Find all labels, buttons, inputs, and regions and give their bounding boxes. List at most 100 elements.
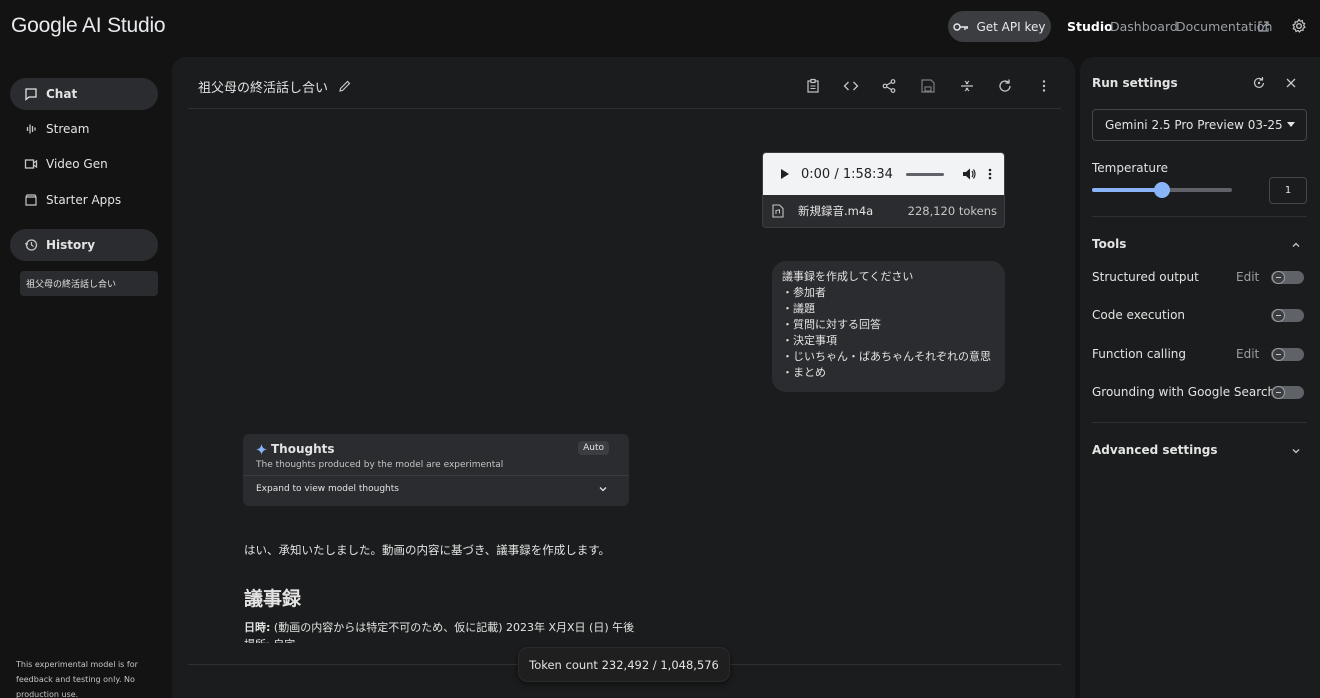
history-entry[interactable]: 祖父母の終活話し合い xyxy=(20,271,158,296)
settings-divider xyxy=(1092,422,1307,423)
page-title[interactable]: 祖父母の終活話し合い xyxy=(198,77,328,96)
function-calling-toggle[interactable] xyxy=(1271,348,1304,361)
sidebar-item-label: Stream xyxy=(46,122,90,136)
thoughts-mode-badge: Auto xyxy=(578,441,609,455)
temperature-slider-thumb[interactable] xyxy=(1154,182,1170,198)
history-icon xyxy=(24,238,38,252)
sidebar-item-label: Video Gen xyxy=(46,157,108,171)
sparkle-icon xyxy=(256,443,267,455)
compare-icon[interactable] xyxy=(959,78,975,94)
model-select-value: Gemini 2.5 Pro Preview 03-25 xyxy=(1105,118,1283,132)
thoughts-divider xyxy=(243,475,629,476)
save-icon[interactable] xyxy=(920,78,936,94)
nav-studio-link[interactable]: Studio xyxy=(1067,19,1113,34)
get-api-key-label: Get API key xyxy=(976,19,1046,34)
run-settings-title: Run settings xyxy=(1092,76,1178,90)
refresh-icon[interactable] xyxy=(997,78,1013,94)
toggle-knob xyxy=(1272,348,1285,361)
toggle-knob xyxy=(1272,271,1285,284)
advanced-settings-heading[interactable]: Advanced settings xyxy=(1092,443,1218,457)
function-calling-edit-link[interactable]: Edit xyxy=(1236,347,1259,361)
tool-label: Function calling xyxy=(1092,347,1187,361)
share-icon[interactable] xyxy=(881,78,897,94)
file-name: 新規録音.m4a xyxy=(798,204,874,218)
volume-icon[interactable] xyxy=(962,167,976,181)
chat-icon xyxy=(24,87,38,101)
temperature-slider-fill xyxy=(1092,188,1162,192)
model-select[interactable]: Gemini 2.5 Pro Preview 03-25 xyxy=(1092,109,1307,141)
minutes-heading: 議事録 xyxy=(244,588,302,610)
sidebar-item-label: History xyxy=(46,238,96,252)
token-count-badge: Token count 232,492 / 1,048,576 xyxy=(518,647,730,682)
sidebar-item-video-gen[interactable]: Video Gen xyxy=(10,148,158,180)
temperature-input[interactable]: 1 xyxy=(1269,177,1307,204)
tool-label: Structured output xyxy=(1092,270,1199,284)
minutes-date: 日時: (動画の内容からは特定不可のため、仮に記載) 2023年 X月X日 (日… xyxy=(244,619,634,635)
video-icon xyxy=(24,157,38,171)
structured-output-toggle[interactable] xyxy=(1271,271,1304,284)
clipboard-icon[interactable] xyxy=(805,78,821,94)
date-label: 日時: xyxy=(244,621,271,634)
prompt-line: 議事録を作成してください xyxy=(782,270,914,283)
expand-thoughts-link[interactable]: Expand to view model thoughts xyxy=(256,484,399,494)
temperature-label: Temperature xyxy=(1092,161,1169,175)
audio-progress[interactable] xyxy=(905,172,944,176)
waveform-icon xyxy=(24,122,38,136)
prompt-line: ・質問に対する回答 xyxy=(782,318,881,331)
tool-grounding: Grounding with Google Search xyxy=(1092,383,1307,403)
caret-down-icon xyxy=(1287,122,1295,127)
get-api-key-button[interactable]: Get API key xyxy=(948,11,1051,42)
tool-structured-output: Structured output Edit xyxy=(1092,268,1307,288)
structured-output-edit-link[interactable]: Edit xyxy=(1236,270,1259,284)
tool-function-calling: Function calling Edit xyxy=(1092,345,1307,365)
date-value: (動画の内容からは特定不可のため、仮に記載) 2023年 X月X日 (日) 午後 xyxy=(273,621,635,634)
model-reply: はい、承知いたしました。動画の内容に基づき、議事録を作成します。 xyxy=(244,543,611,557)
file-token-count: 228,120 tokens xyxy=(907,204,997,218)
chat-panel: 祖父母の終活話し合い 0:00 / 1:58:34 新規録音.m4a 228,1… xyxy=(172,57,1075,698)
key-icon xyxy=(953,22,969,31)
tool-label: Grounding with Google Search xyxy=(1092,385,1276,399)
grounding-toggle[interactable] xyxy=(1271,386,1304,399)
sidebar-item-stream[interactable]: Stream xyxy=(10,113,158,145)
external-link-icon xyxy=(1258,21,1269,32)
code-icon[interactable] xyxy=(843,78,859,94)
disclaimer-text: This experimental model is for feedback … xyxy=(16,660,138,698)
tools-heading[interactable]: Tools xyxy=(1092,237,1126,251)
apps-icon xyxy=(24,193,38,207)
toggle-knob xyxy=(1272,309,1285,322)
audio-player[interactable]: 0:00 / 1:58:34 xyxy=(763,153,1004,195)
gear-icon[interactable] xyxy=(1291,18,1307,34)
prompt-line: ・決定事項 xyxy=(782,334,837,347)
play-icon[interactable] xyxy=(780,168,790,180)
prompt-line: ・参加者 xyxy=(782,286,826,299)
chevron-down-icon[interactable] xyxy=(597,483,609,495)
code-execution-toggle[interactable] xyxy=(1271,309,1304,322)
edit-title-icon[interactable] xyxy=(338,79,352,93)
header-divider xyxy=(188,108,1061,109)
audio-time: 0:00 / 1:58:34 xyxy=(801,166,893,182)
audio-more-icon[interactable] xyxy=(988,168,992,180)
temperature-slider[interactable] xyxy=(1092,182,1232,198)
user-message: 議事録を作成してください ・参加者 ・議題 ・質問に対する回答 ・決定事項 ・じ… xyxy=(772,261,1005,392)
chevron-up-icon[interactable] xyxy=(1290,239,1302,251)
app-logo[interactable]: Google AI Studio xyxy=(11,14,166,38)
audio-file-icon xyxy=(772,204,784,218)
run-settings-panel: Run settings Gemini 2.5 Pro Preview 03-2… xyxy=(1080,57,1320,698)
sidebar-item-starter-apps[interactable]: Starter Apps xyxy=(10,184,158,216)
thoughts-header: Thoughts xyxy=(256,442,335,456)
sidebar-item-history[interactable]: History xyxy=(10,229,158,261)
prompt-line: ・まとめ xyxy=(782,366,826,379)
prompt-line: ・議題 xyxy=(782,302,815,315)
sidebar-item-label: Starter Apps xyxy=(46,193,122,207)
sidebar-item-chat[interactable]: Chat xyxy=(10,78,158,110)
thoughts-subtitle: The thoughts produced by the model are e… xyxy=(256,460,504,470)
minutes-location: 場所: 自宅 xyxy=(244,636,295,643)
close-icon[interactable] xyxy=(1284,76,1298,90)
chevron-down-icon[interactable] xyxy=(1290,445,1302,457)
reset-settings-icon[interactable] xyxy=(1252,76,1266,90)
file-row: 新規録音.m4a 228,120 tokens xyxy=(763,195,1004,227)
nav-dashboard-link[interactable]: Dashboard xyxy=(1110,19,1178,34)
thoughts-panel: Thoughts Auto The thoughts produced by t… xyxy=(243,434,629,506)
more-vert-icon[interactable] xyxy=(1036,78,1052,94)
tool-label: Code execution xyxy=(1092,308,1186,322)
